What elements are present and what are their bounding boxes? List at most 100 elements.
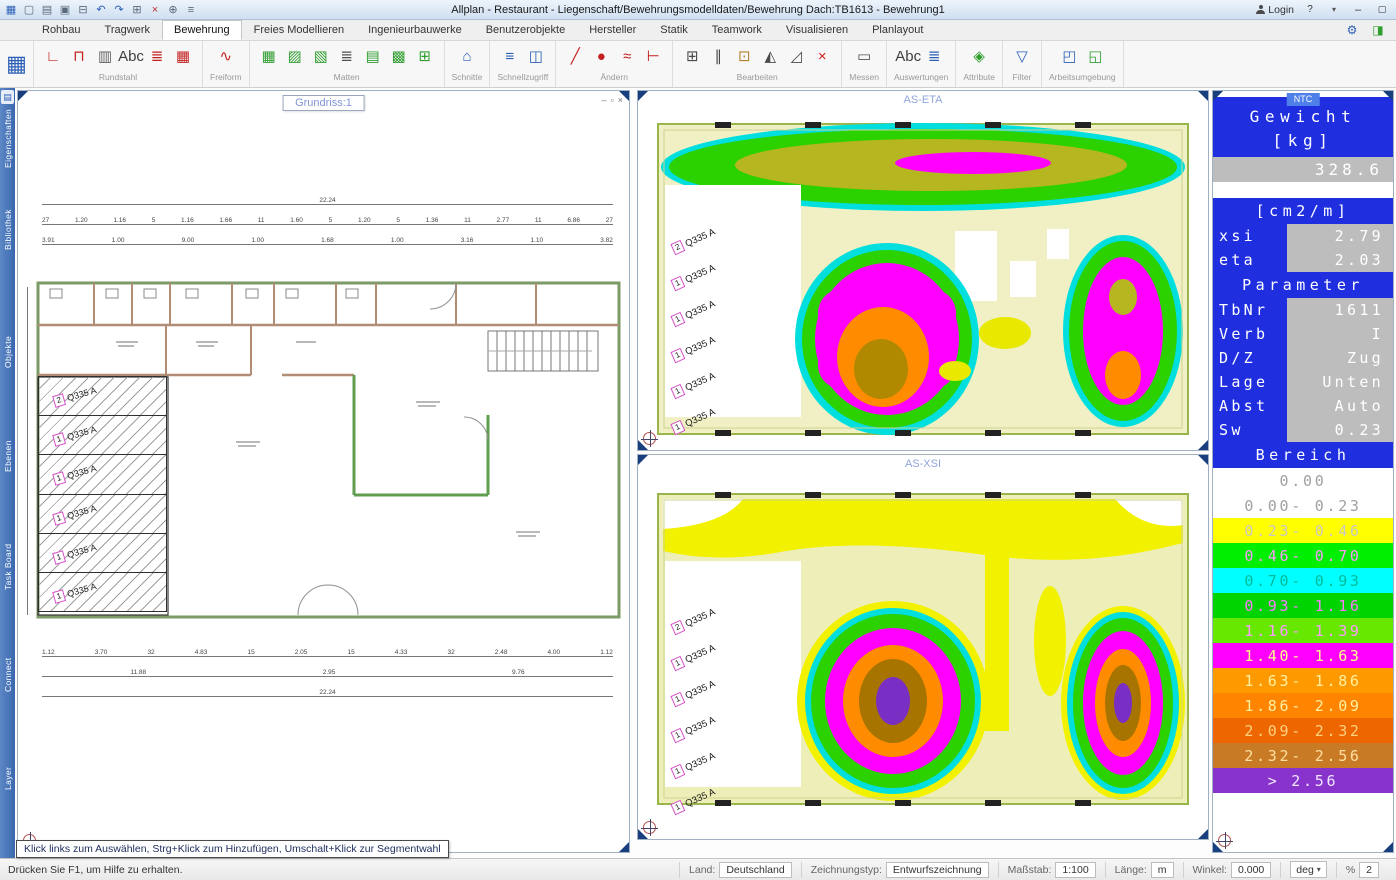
tab-bewehrung[interactable]: Bewehrung bbox=[161, 20, 242, 40]
viewport-origin-icon[interactable] bbox=[641, 819, 658, 836]
tab-benutzerobjekte[interactable]: Benutzerobjekte bbox=[474, 20, 578, 40]
viewport-title[interactable]: Grundriss:1 bbox=[282, 95, 365, 111]
viewport-origin-icon[interactable] bbox=[1216, 832, 1233, 849]
viewport-grundriss[interactable]: Grundriss:1 22.24 271.201.1651.161.66111… bbox=[17, 90, 630, 853]
legend-parameter-row: Lage Unten bbox=[1213, 370, 1393, 394]
percent-value[interactable]: 2 bbox=[1359, 861, 1379, 878]
freeform-bar-icon[interactable]: ∿ bbox=[214, 43, 238, 70]
rebar-schema-icon[interactable]: ≣ bbox=[145, 43, 169, 70]
mesh-panel[interactable]: 1 Q335 A bbox=[38, 532, 167, 573]
tab-visualisieren[interactable]: Visualisieren bbox=[774, 20, 860, 40]
mesh-position-number: 2 bbox=[52, 393, 67, 408]
attribute-tag-icon[interactable]: ◈ bbox=[967, 43, 991, 70]
report-text-icon[interactable]: Abc bbox=[895, 43, 921, 70]
viewport-minimize-icon[interactable] bbox=[602, 95, 607, 105]
tab-teamwork[interactable]: Teamwork bbox=[700, 20, 774, 40]
mesh-cut-icon[interactable]: ▧ bbox=[309, 43, 333, 70]
tab-ingenieurbauwerke[interactable]: Ingenieurbauwerke bbox=[356, 20, 474, 40]
sidebar-item-task-board[interactable]: Task Board bbox=[3, 543, 13, 590]
viewport-as-eta[interactable]: AS-ETA 2 Q335 A 1 Q335 A 1 Q335 A 1 Q335… bbox=[637, 90, 1209, 451]
mesh-panel[interactable]: 2 Q335 A bbox=[38, 376, 167, 417]
section-line-icon[interactable]: ≡ bbox=[498, 43, 522, 70]
sidebar-item-eigenschaften[interactable]: Eigenschaften bbox=[3, 109, 13, 168]
angle-unit-dropdown[interactable]: deg bbox=[1290, 861, 1327, 878]
tab-planlayout[interactable]: Planlayout bbox=[860, 20, 935, 40]
rebar-label-icon[interactable]: Abc bbox=[118, 43, 144, 70]
print-icon[interactable]: ⊟ bbox=[75, 2, 91, 17]
modify-end-icon[interactable]: ⊢ bbox=[641, 43, 665, 70]
allplan-menu-icon[interactable]: ▦ bbox=[3, 2, 19, 17]
sidebar-item-ebenen[interactable]: Ebenen bbox=[3, 440, 13, 472]
mesh-check-icon[interactable]: ⊞ bbox=[413, 43, 437, 70]
help-dropdown-icon[interactable] bbox=[1326, 2, 1342, 17]
viewport-origin-icon[interactable] bbox=[641, 430, 658, 447]
modify-wave-icon[interactable]: ≈ bbox=[615, 43, 639, 70]
mesh-place-icon[interactable]: ▦ bbox=[257, 43, 281, 70]
legend-scale-row: 1.86- 2.09 bbox=[1213, 693, 1393, 718]
viewport-title[interactable]: AS-XSI bbox=[638, 458, 1208, 470]
panel-toggle-icon[interactable]: ◨ bbox=[1370, 22, 1386, 37]
mesh-span-icon[interactable]: ▨ bbox=[283, 43, 307, 70]
sidebar-item-bibliothek[interactable]: Bibliothek bbox=[3, 209, 13, 250]
filter-funnel-icon[interactable]: ▽ bbox=[1010, 43, 1034, 70]
rebar-extrude-icon[interactable]: ⊓ bbox=[67, 43, 91, 70]
tab-freies-modellieren[interactable]: Freies Modellieren bbox=[242, 20, 356, 40]
palette-button[interactable]: ▦ bbox=[0, 41, 34, 87]
rebar-fan-icon[interactable]: ▥ bbox=[93, 43, 117, 70]
modify-point-icon[interactable]: ● bbox=[589, 43, 613, 70]
section-view-icon[interactable]: ◫ bbox=[524, 43, 548, 70]
viewport-as-xsi[interactable]: AS-XSI 2 Q335 A 1 Q335 A 1 Q335 A 1 Q335… bbox=[637, 454, 1209, 840]
maximize-window-icon[interactable] bbox=[1374, 2, 1390, 17]
viewport-maximize-icon[interactable] bbox=[611, 95, 614, 105]
new-document-icon[interactable]: ▢ bbox=[21, 2, 37, 17]
tab-statik[interactable]: Statik bbox=[648, 20, 700, 40]
mesh-panel[interactable]: 1 Q335 A bbox=[38, 493, 167, 534]
viewport-legend[interactable]: NTC Gewicht [kg] 328.6 [cm2/m] xsi 2.79 … bbox=[1212, 90, 1394, 853]
delete-icon[interactable]: × bbox=[147, 2, 163, 17]
mirror-icon[interactable]: ◭ bbox=[758, 43, 782, 70]
viewport-close-icon[interactable] bbox=[618, 95, 623, 105]
stamp-icon[interactable]: ⊡ bbox=[732, 43, 756, 70]
layout-grid-icon[interactable]: ◰ bbox=[1057, 43, 1081, 70]
mesh-single-icon[interactable]: ▤ bbox=[361, 43, 385, 70]
modify-pen-icon[interactable]: ╱ bbox=[563, 43, 587, 70]
window-titlebar: ▦ ▢ ▤ ▣ ⊟ ↶ ↷ ⊞ × ⊕ ≡ Allplan - Restaura… bbox=[0, 0, 1396, 20]
sidebar-item-layer[interactable]: Layer bbox=[3, 767, 13, 790]
minimize-window-icon[interactable] bbox=[1350, 2, 1366, 17]
tab-rohbau[interactable]: Rohbau bbox=[30, 20, 93, 40]
link-icon[interactable]: ⊕ bbox=[165, 2, 181, 17]
copy-elements-icon[interactable]: ⊞ bbox=[680, 43, 704, 70]
settings-gear-icon[interactable]: ⚙ bbox=[1344, 22, 1360, 37]
dimension-total-top: 22.24 bbox=[42, 195, 613, 205]
sidebar-item-objekte[interactable]: Objekte bbox=[3, 336, 13, 368]
array-icon[interactable]: ∥ bbox=[706, 43, 730, 70]
mesh-panel[interactable]: 1 Q335 A bbox=[38, 571, 167, 613]
save-icon[interactable]: ▣ bbox=[57, 2, 73, 17]
mesh-panel[interactable]: 1 Q335 A bbox=[38, 454, 167, 495]
scale-icon[interactable]: ◿ bbox=[784, 43, 808, 70]
tab-hersteller[interactable]: Hersteller bbox=[577, 20, 648, 40]
measure-icon[interactable]: ▭ bbox=[852, 43, 876, 70]
dimension-row: 1.12 3.70 32 4.83 15 2.05 15 4.33 32 2.48 4.00 1.12 bbox=[42, 649, 613, 657]
mesh-panel[interactable]: 1 Q335 A bbox=[38, 415, 167, 456]
report-list-icon[interactable]: ≣ bbox=[922, 43, 946, 70]
undo-icon[interactable]: ↶ bbox=[93, 2, 109, 17]
options-icon[interactable]: ≡ bbox=[183, 2, 199, 17]
login-button[interactable]: Login bbox=[1256, 4, 1294, 16]
mesh-bend-icon[interactable]: ▩ bbox=[387, 43, 411, 70]
tab-tragwerk[interactable]: Tragwerk bbox=[93, 20, 162, 40]
copy-icon[interactable]: ⊞ bbox=[129, 2, 145, 17]
layout-window-icon[interactable]: ◱ bbox=[1083, 43, 1107, 70]
mesh-position-number: 1 bbox=[670, 347, 686, 364]
mesh-list-icon[interactable]: ≣ bbox=[335, 43, 359, 70]
viewport-title[interactable]: AS-ETA bbox=[638, 94, 1208, 106]
rebar-area-icon[interactable]: ▦ bbox=[171, 43, 195, 70]
palette-home-icon[interactable]: ▤ bbox=[1, 90, 14, 104]
sidebar-item-connect[interactable]: Connect bbox=[3, 658, 13, 692]
redo-icon[interactable]: ↷ bbox=[111, 2, 127, 17]
help-icon[interactable] bbox=[1302, 2, 1318, 17]
open-project-icon[interactable]: ▤ bbox=[39, 2, 55, 17]
rebar-place-icon[interactable]: ∟ bbox=[41, 43, 65, 70]
delete-elements-icon[interactable]: × bbox=[810, 43, 834, 70]
section-house-icon[interactable]: ⌂ bbox=[455, 43, 479, 70]
